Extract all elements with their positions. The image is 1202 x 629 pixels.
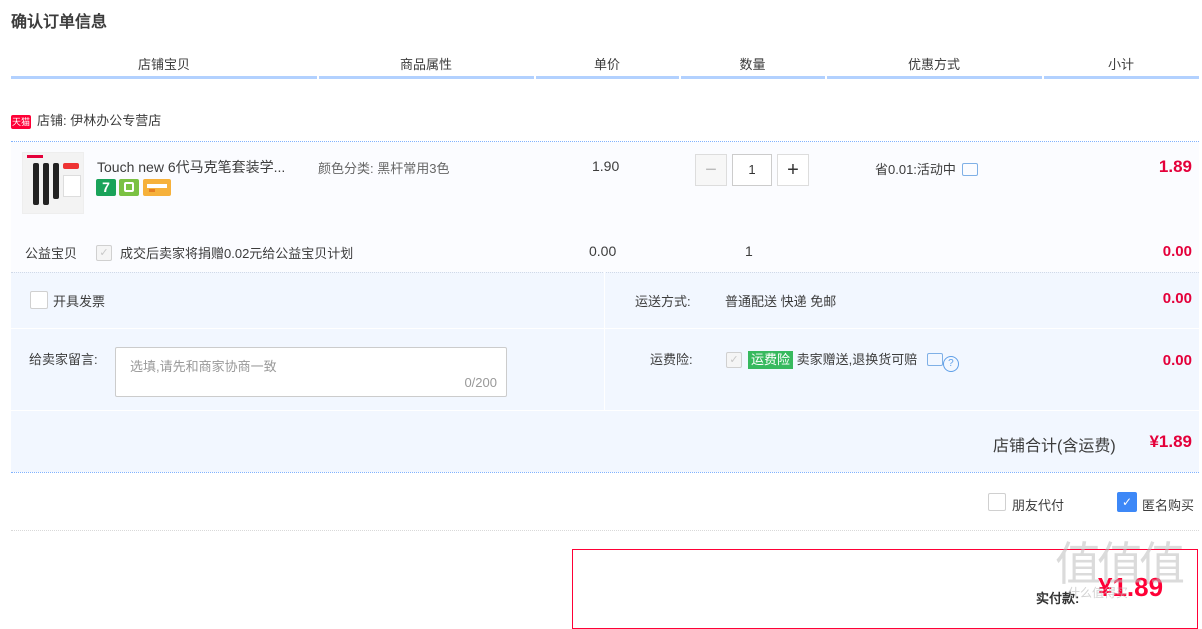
shipping-price: 0.00 <box>1162 290 1192 307</box>
shop-total-value: ¥1.89 <box>1149 432 1192 451</box>
page-title: 确认订单信息 <box>11 14 108 31</box>
friend-pay-checkbox[interactable] <box>988 493 1006 511</box>
message-label: 给卖家留言: <box>29 352 98 367</box>
credit-card-icon[interactable] <box>143 179 171 196</box>
insurance-label: 运费险: <box>650 352 693 367</box>
header-underline <box>319 76 534 79</box>
column-header-unit-price: 单价 <box>593 57 620 72</box>
seller-message-textarea[interactable]: 选填,请先和商家协商一致 0/200 <box>115 347 507 397</box>
anonymous-checkbox[interactable]: ✓ <box>1117 492 1137 512</box>
row-divider <box>11 328 1199 329</box>
product-thumbnail[interactable] <box>22 152 84 214</box>
item-subtotal: 1.89 <box>1158 157 1192 176</box>
column-divider <box>604 272 605 410</box>
column-header-subtotal: 小计 <box>1107 57 1134 72</box>
promotion-text: 省0.01:活动中 <box>875 162 956 177</box>
friend-pay-label[interactable]: 朋友代付 <box>1012 495 1064 514</box>
column-header-quantity: 数量 <box>739 57 766 72</box>
quantity-decrease-button[interactable]: − <box>695 154 727 186</box>
product-attribute: 颜色分类: 黑杆常用3色 <box>318 161 450 176</box>
shop-name[interactable]: 店铺: 伊林办公专营店 <box>37 113 161 128</box>
quantity-input[interactable]: 1 <box>732 154 772 186</box>
column-header-discount: 优惠方式 <box>907 57 960 72</box>
watermark-caption: 什么值得买 <box>1068 586 1129 600</box>
message-counter: 0/200 <box>464 375 497 390</box>
insurance-price: 0.00 <box>1162 352 1192 369</box>
unit-price: 1.90 <box>592 158 620 174</box>
header-underline <box>827 76 1042 79</box>
row-divider <box>11 410 1199 411</box>
charity-text: 成交后卖家将捐赠0.02元给公益宝贝计划 <box>120 246 354 261</box>
invoice-label[interactable]: 开具发票 <box>53 291 105 310</box>
column-header-shop-item: 店铺宝贝 <box>137 57 190 72</box>
insurance-tag: 运费险 <box>748 351 794 369</box>
promotion: 省0.01:活动中 <box>875 159 978 178</box>
charity-price: 0.00 <box>589 243 617 259</box>
comment-icon[interactable] <box>961 163 978 176</box>
insurance-checkbox: ✓ <box>726 352 742 368</box>
charity-label: 公益宝贝 <box>25 246 78 261</box>
header-underline <box>1044 76 1199 79</box>
header-underline <box>11 76 317 79</box>
seven-day-return-icon[interactable]: 7 <box>96 179 116 196</box>
charity-subtotal: 0.00 <box>1162 243 1192 260</box>
charity-quantity: 1 <box>745 243 753 259</box>
shop-total-label: 店铺合计(含运费) <box>993 438 1116 455</box>
quantity-increase-button[interactable]: + <box>777 154 809 186</box>
shipping-method: 普通配送 快递 免邮 <box>725 294 837 309</box>
divider <box>11 272 1199 273</box>
charity-checkbox: ✓ <box>96 245 112 261</box>
insurance-info: 运费险 卖家赠送,退换货可赔 ? <box>748 349 959 372</box>
divider <box>11 141 1199 142</box>
shipping-label: 运送方式: <box>635 294 691 309</box>
anonymous-label[interactable]: 匿名购买 <box>1142 495 1194 514</box>
divider <box>11 530 1199 531</box>
invoice-checkbox[interactable] <box>30 291 48 309</box>
column-header-attribute: 商品属性 <box>399 57 452 72</box>
tmall-icon: 天猫 <box>11 114 31 129</box>
delivery-guarantee-icon[interactable] <box>119 179 139 196</box>
header-underline <box>681 76 825 79</box>
help-icon[interactable]: ? <box>942 356 959 372</box>
comment-icon[interactable] <box>926 353 943 366</box>
product-title[interactable]: Touch new 6代马克笔套装学... <box>97 157 307 177</box>
insurance-text: 卖家赠送,退换货可赔 <box>796 352 918 367</box>
message-placeholder: 选填,请先和商家协商一致 <box>130 359 277 374</box>
divider <box>11 472 1199 473</box>
header-underline <box>536 76 679 79</box>
shop-row: 天猫 店铺: 伊林办公专营店 <box>11 112 161 130</box>
